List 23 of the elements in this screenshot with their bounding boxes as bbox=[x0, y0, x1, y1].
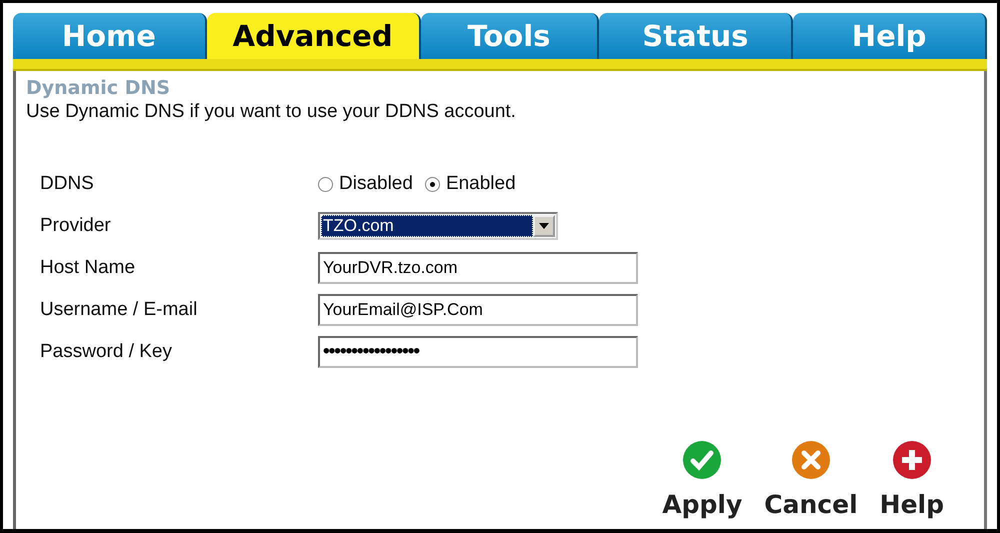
section-title: Dynamic DNS bbox=[26, 77, 172, 99]
action-button[interactable]: Cancel bbox=[764, 440, 858, 519]
section-description: Use Dynamic DNS if you want to use your DDNS account. bbox=[26, 101, 517, 123]
password-field[interactable]: ••••••••••••••••• bbox=[318, 336, 638, 368]
action-button[interactable]: Help bbox=[880, 440, 944, 519]
caret-icon bbox=[539, 223, 549, 229]
radio-button[interactable] bbox=[318, 176, 333, 192]
field-label: Password / Key bbox=[40, 341, 173, 363]
input-field[interactable]: YourEmail@ISP.Com bbox=[318, 294, 638, 326]
action-button[interactable]: Apply bbox=[662, 440, 742, 519]
field-label: Host Name bbox=[40, 257, 136, 279]
input-field[interactable]: YourDVR.tzo.com bbox=[318, 252, 638, 284]
plus-icon bbox=[892, 440, 932, 480]
field-label: Provider bbox=[40, 215, 112, 237]
x-icon bbox=[790, 440, 831, 480]
check-icon bbox=[682, 440, 722, 480]
field-label: DDNS bbox=[40, 173, 95, 195]
provider-dropdown[interactable]: TZO.com bbox=[318, 212, 558, 240]
radio-option[interactable]: Enabled bbox=[424, 173, 516, 195]
field-label: Username / E-mail bbox=[40, 299, 198, 321]
radio-button[interactable] bbox=[424, 176, 440, 192]
radio-option[interactable]: Disabled bbox=[318, 173, 413, 195]
nav-tab[interactable]: Advanced bbox=[206, 13, 420, 59]
